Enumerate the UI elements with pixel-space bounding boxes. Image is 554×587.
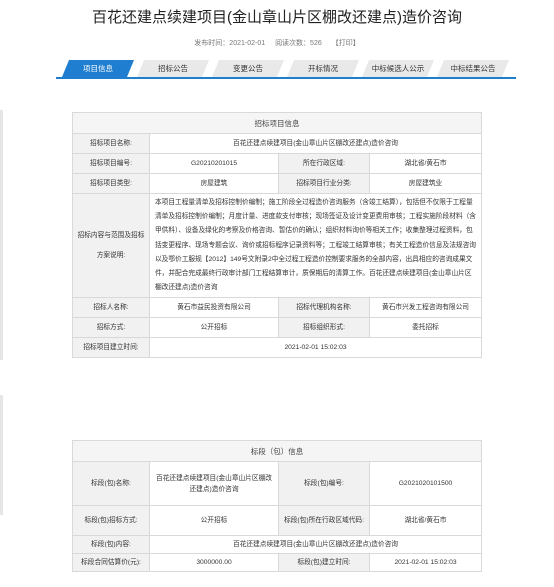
view-count: 阅读次数：526 <box>275 40 322 47</box>
section-setup-time-value: 2021-02-01 15:02:03 <box>369 553 482 572</box>
contract-price-label: 标段合同估算价(元): <box>72 553 150 572</box>
section-name-value: 百花还建点续建项目(金山章山片区棚改还建点)造价咨询 <box>149 461 279 506</box>
section-method-value: 公开招标 <box>149 505 279 536</box>
section-code-label: 标段(包)编号: <box>278 461 370 506</box>
project-setup-time-value: 2021-02-01 15:02:03 <box>149 337 482 359</box>
project-type-value: 房屋建筑 <box>149 173 279 194</box>
project-type-label: 招标项目类型: <box>72 173 150 194</box>
section-content-value: 百花还建点续建项目(金山章山片区棚改还建点)造价咨询 <box>149 535 482 554</box>
tab-result-notice[interactable]: 中标结果公告 <box>437 60 509 77</box>
project-scope-value: 本项目工程量清单及招标控制价编制；施工阶段全过程造价咨询服务（含竣工结算），包括… <box>149 192 482 299</box>
project-code-value: G20210201015 <box>149 153 279 174</box>
tab-candidate-notice[interactable]: 中标候选人公示 <box>362 60 434 77</box>
meta-line: 发布时间：2021-02-01 阅读次数：526 【打印】 <box>0 38 554 48</box>
section-content-label: 标段(包)内容: <box>72 535 150 554</box>
contract-price-value: 3000000.00 <box>149 553 279 572</box>
section-code-value: G2021020101500 <box>369 461 482 506</box>
tenderer-value: 黄石市益民投资有限公司 <box>149 297 279 319</box>
tab-bar: 项目信息 招标公告 变更公告 开标情况 中标候选人公示 中标结果公告 <box>56 60 516 79</box>
tab-project-info[interactable]: 项目信息 <box>62 60 134 77</box>
org-form-value: 委托招标 <box>369 317 482 339</box>
left-scroll-edge <box>0 110 3 360</box>
tab-bid-opening[interactable]: 开标情况 <box>287 60 359 77</box>
project-region-label: 所在行政区域: <box>278 153 370 174</box>
project-info-header: 招标项目信息 <box>72 112 482 134</box>
project-name-value: 百花还建点续建项目(金山章山片区棚改还建点)造价咨询 <box>149 133 482 154</box>
org-form-label: 招标组织形式: <box>278 317 370 339</box>
tender-method-value: 公开招标 <box>149 317 279 339</box>
project-scope-label: 招标内容与范围及招标方案说明: <box>72 192 150 299</box>
section-method-label: 标段(包)招标方式: <box>72 505 150 536</box>
project-industry-value: 房屋建筑业 <box>369 173 482 194</box>
section-name-label: 标段(包)名称: <box>72 461 150 506</box>
section-info-table: 标段（包）信息 标段(包)名称: 百花还建点续建项目(金山章山片区棚改还建点)造… <box>72 440 482 572</box>
tab-tender-notice[interactable]: 招标公告 <box>137 60 209 77</box>
left-scroll-edge-lower <box>0 395 3 515</box>
section-info-header: 标段（包）信息 <box>72 440 482 462</box>
project-setup-time-label: 招标项目建立时间: <box>72 337 150 359</box>
agency-value: 黄石市兴发工程咨询有限公司 <box>369 297 482 319</box>
project-region-value: 湖北省/黄石市 <box>369 153 482 174</box>
section-region-label: 标段(包)所在行政区域代码: <box>278 505 370 536</box>
section-region-value: 湖北省/黄石市 <box>369 505 482 536</box>
project-industry-label: 招标项目行业分类: <box>278 173 370 194</box>
section-setup-time-label: 标段(包)建立时间: <box>278 553 370 572</box>
tender-method-label: 招标方式: <box>72 317 150 339</box>
tenderer-label: 招标人名称: <box>72 297 150 319</box>
publish-time: 发布时间：2021-02-01 <box>194 40 266 47</box>
project-info-table: 招标项目信息 招标项目名称: 百花还建点续建项目(金山章山片区棚改还建点)造价咨… <box>72 112 482 359</box>
agency-label: 招标代理机构名称: <box>278 297 370 319</box>
page-title: 百花还建点续建项目(金山章山片区棚改还建点)造价咨询 <box>92 9 462 26</box>
project-code-label: 招标项目编号: <box>72 153 150 174</box>
project-name-label: 招标项目名称: <box>72 133 150 154</box>
page: 百花还建点续建项目(金山章山片区棚改还建点)造价咨询 发布时间：2021-02-… <box>0 0 554 587</box>
tab-change-notice[interactable]: 变更公告 <box>212 60 284 77</box>
print-link[interactable]: 【打印】 <box>332 40 360 47</box>
